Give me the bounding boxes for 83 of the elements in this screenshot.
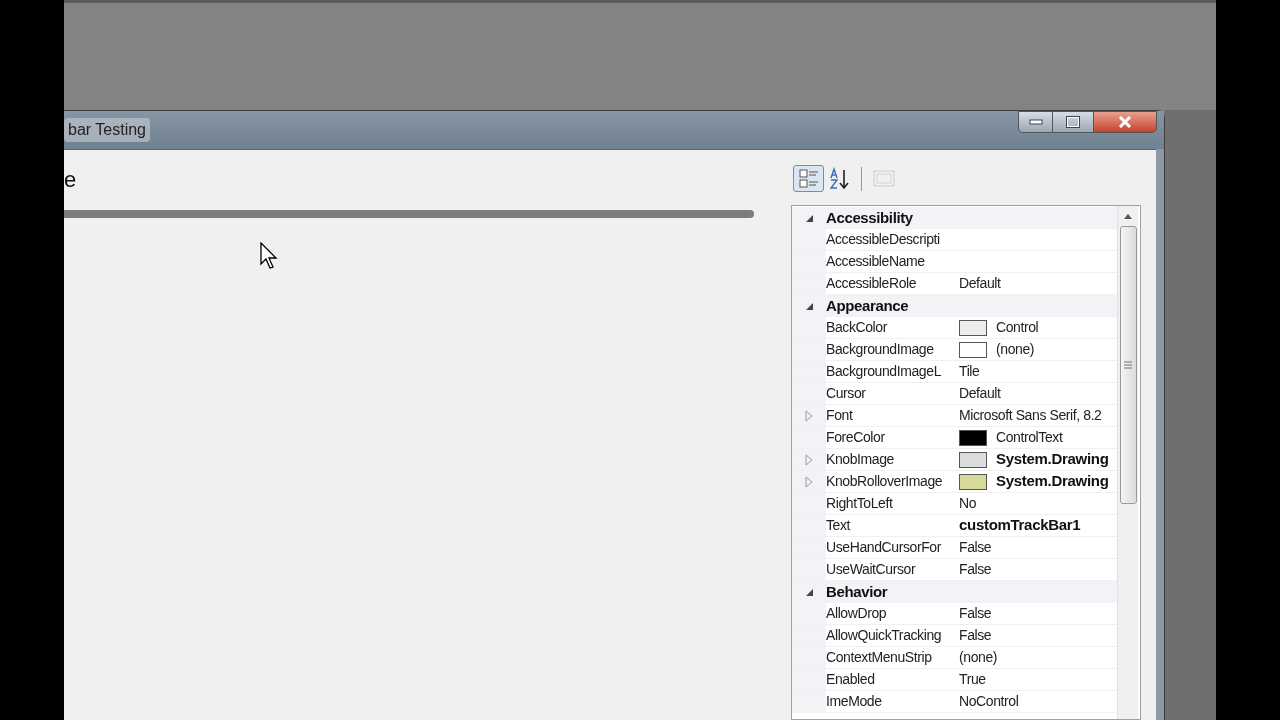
- property-value[interactable]: Control: [996, 317, 1039, 338]
- property-name: AllowQuickTracking: [826, 626, 942, 645]
- property-row[interactable]: AccessibleName: [792, 251, 1117, 273]
- property-name: AccessibleRole: [826, 274, 917, 293]
- property-name: ForeColor: [826, 428, 885, 447]
- maximize-icon: [1066, 116, 1080, 128]
- property-name: BackgroundImage: [826, 340, 934, 359]
- property-value[interactable]: False: [959, 603, 992, 624]
- property-value[interactable]: Microsoft Sans Serif, 8.2: [959, 405, 1102, 426]
- scrollbar-thumb[interactable]: [1119, 226, 1137, 504]
- property-row[interactable]: RightToLeft No: [792, 493, 1117, 515]
- category-row[interactable]: Appearance: [792, 295, 1117, 317]
- minimize-icon: [1028, 119, 1043, 125]
- property-value[interactable]: True: [959, 669, 986, 690]
- property-name: Enabled: [826, 670, 875, 689]
- categorized-icon: [796, 167, 821, 190]
- collapse-icon[interactable]: [804, 213, 814, 223]
- property-name: Text: [826, 516, 851, 535]
- property-value[interactable]: ControlText: [996, 427, 1063, 448]
- property-name: AccessibleName: [826, 252, 925, 271]
- category-row[interactable]: Behavior: [792, 581, 1117, 603]
- property-row[interactable]: AccessibleRole Default: [792, 273, 1117, 295]
- maximize-button[interactable]: [1053, 111, 1093, 133]
- property-row[interactable]: ImeMode NoControl: [792, 691, 1117, 713]
- property-row[interactable]: Text customTrackBar1: [792, 515, 1117, 537]
- property-name: KnobImage: [826, 450, 894, 469]
- property-value[interactable]: False: [959, 537, 992, 558]
- heading-text: e: [64, 169, 77, 191]
- property-pages-icon: [871, 167, 896, 190]
- property-row[interactable]: AllowQuickTracking False: [792, 625, 1117, 647]
- property-row[interactable]: AccessibleDescripti: [792, 229, 1117, 251]
- property-name: ContextMenuStrip: [826, 648, 932, 667]
- window-title: bar Testing: [64, 118, 150, 142]
- category-label: Accessibility: [826, 207, 913, 228]
- close-button[interactable]: [1093, 111, 1157, 133]
- property-row[interactable]: BackgroundImageL Tile: [792, 361, 1117, 383]
- property-name: BackgroundImageL: [826, 362, 941, 381]
- property-row[interactable]: UseHandCursorFor False: [792, 537, 1117, 559]
- property-value[interactable]: Default: [959, 383, 1001, 404]
- property-value[interactable]: customTrackBar1: [959, 515, 1081, 536]
- grip-icon: [1124, 361, 1132, 369]
- property-name: AccessibleDescripti: [826, 230, 940, 249]
- property-name: UseHandCursorFor: [826, 538, 941, 557]
- property-value[interactable]: System.Drawing: [996, 471, 1109, 492]
- property-row[interactable]: AllowDrop False: [792, 603, 1117, 625]
- property-value[interactable]: (none): [996, 339, 1035, 360]
- property-name: RightToLeft: [826, 494, 893, 513]
- property-row[interactable]: BackgroundImage (none): [792, 339, 1117, 361]
- property-value[interactable]: No: [959, 493, 977, 514]
- property-value[interactable]: (none): [959, 647, 998, 668]
- property-row[interactable]: Cursor Default: [792, 383, 1117, 405]
- property-row[interactable]: KnobImage System.Drawing: [792, 449, 1117, 471]
- property-value[interactable]: System.Drawing: [996, 449, 1109, 470]
- property-value[interactable]: False: [959, 559, 992, 580]
- category-label: Behavior: [826, 581, 888, 602]
- minimize-button[interactable]: [1018, 111, 1053, 133]
- property-value[interactable]: Default: [959, 273, 1001, 294]
- property-name: BackColor: [826, 318, 887, 337]
- property-name: Font: [826, 406, 853, 425]
- sort-az-icon: [827, 167, 852, 190]
- category-label: Appearance: [826, 295, 909, 316]
- property-row[interactable]: Font Microsoft Sans Serif, 8.2: [792, 405, 1117, 427]
- property-row[interactable]: Enabled True: [792, 669, 1117, 691]
- property-name: AllowDrop: [826, 604, 887, 623]
- property-row[interactable]: ContextMenuStrip (none): [792, 647, 1117, 669]
- property-name: UseWaitCursor: [826, 560, 916, 579]
- property-name: KnobRolloverImage: [826, 472, 943, 491]
- property-row[interactable]: KnobRolloverImage System.Drawing: [792, 471, 1117, 493]
- property-row[interactable]: UseWaitCursor False: [792, 559, 1117, 581]
- property-name: Cursor: [826, 384, 866, 403]
- close-icon: [1118, 116, 1132, 128]
- property-row[interactable]: ForeColor ControlText: [792, 427, 1117, 449]
- scrollbar[interactable]: [1117, 206, 1138, 719]
- collapse-icon[interactable]: [804, 587, 814, 597]
- scroll-up-icon: [1123, 213, 1133, 219]
- property-value[interactable]: NoControl: [959, 691, 1019, 712]
- property-value[interactable]: Tile: [959, 361, 980, 382]
- property-row[interactable]: BackColor Control: [792, 317, 1117, 339]
- mouse-cursor-icon: [260, 242, 280, 270]
- collapse-icon[interactable]: [804, 301, 814, 311]
- category-row[interactable]: Accessibility: [792, 207, 1117, 229]
- property-value[interactable]: False: [959, 625, 992, 646]
- property-name: ImeMode: [826, 692, 882, 711]
